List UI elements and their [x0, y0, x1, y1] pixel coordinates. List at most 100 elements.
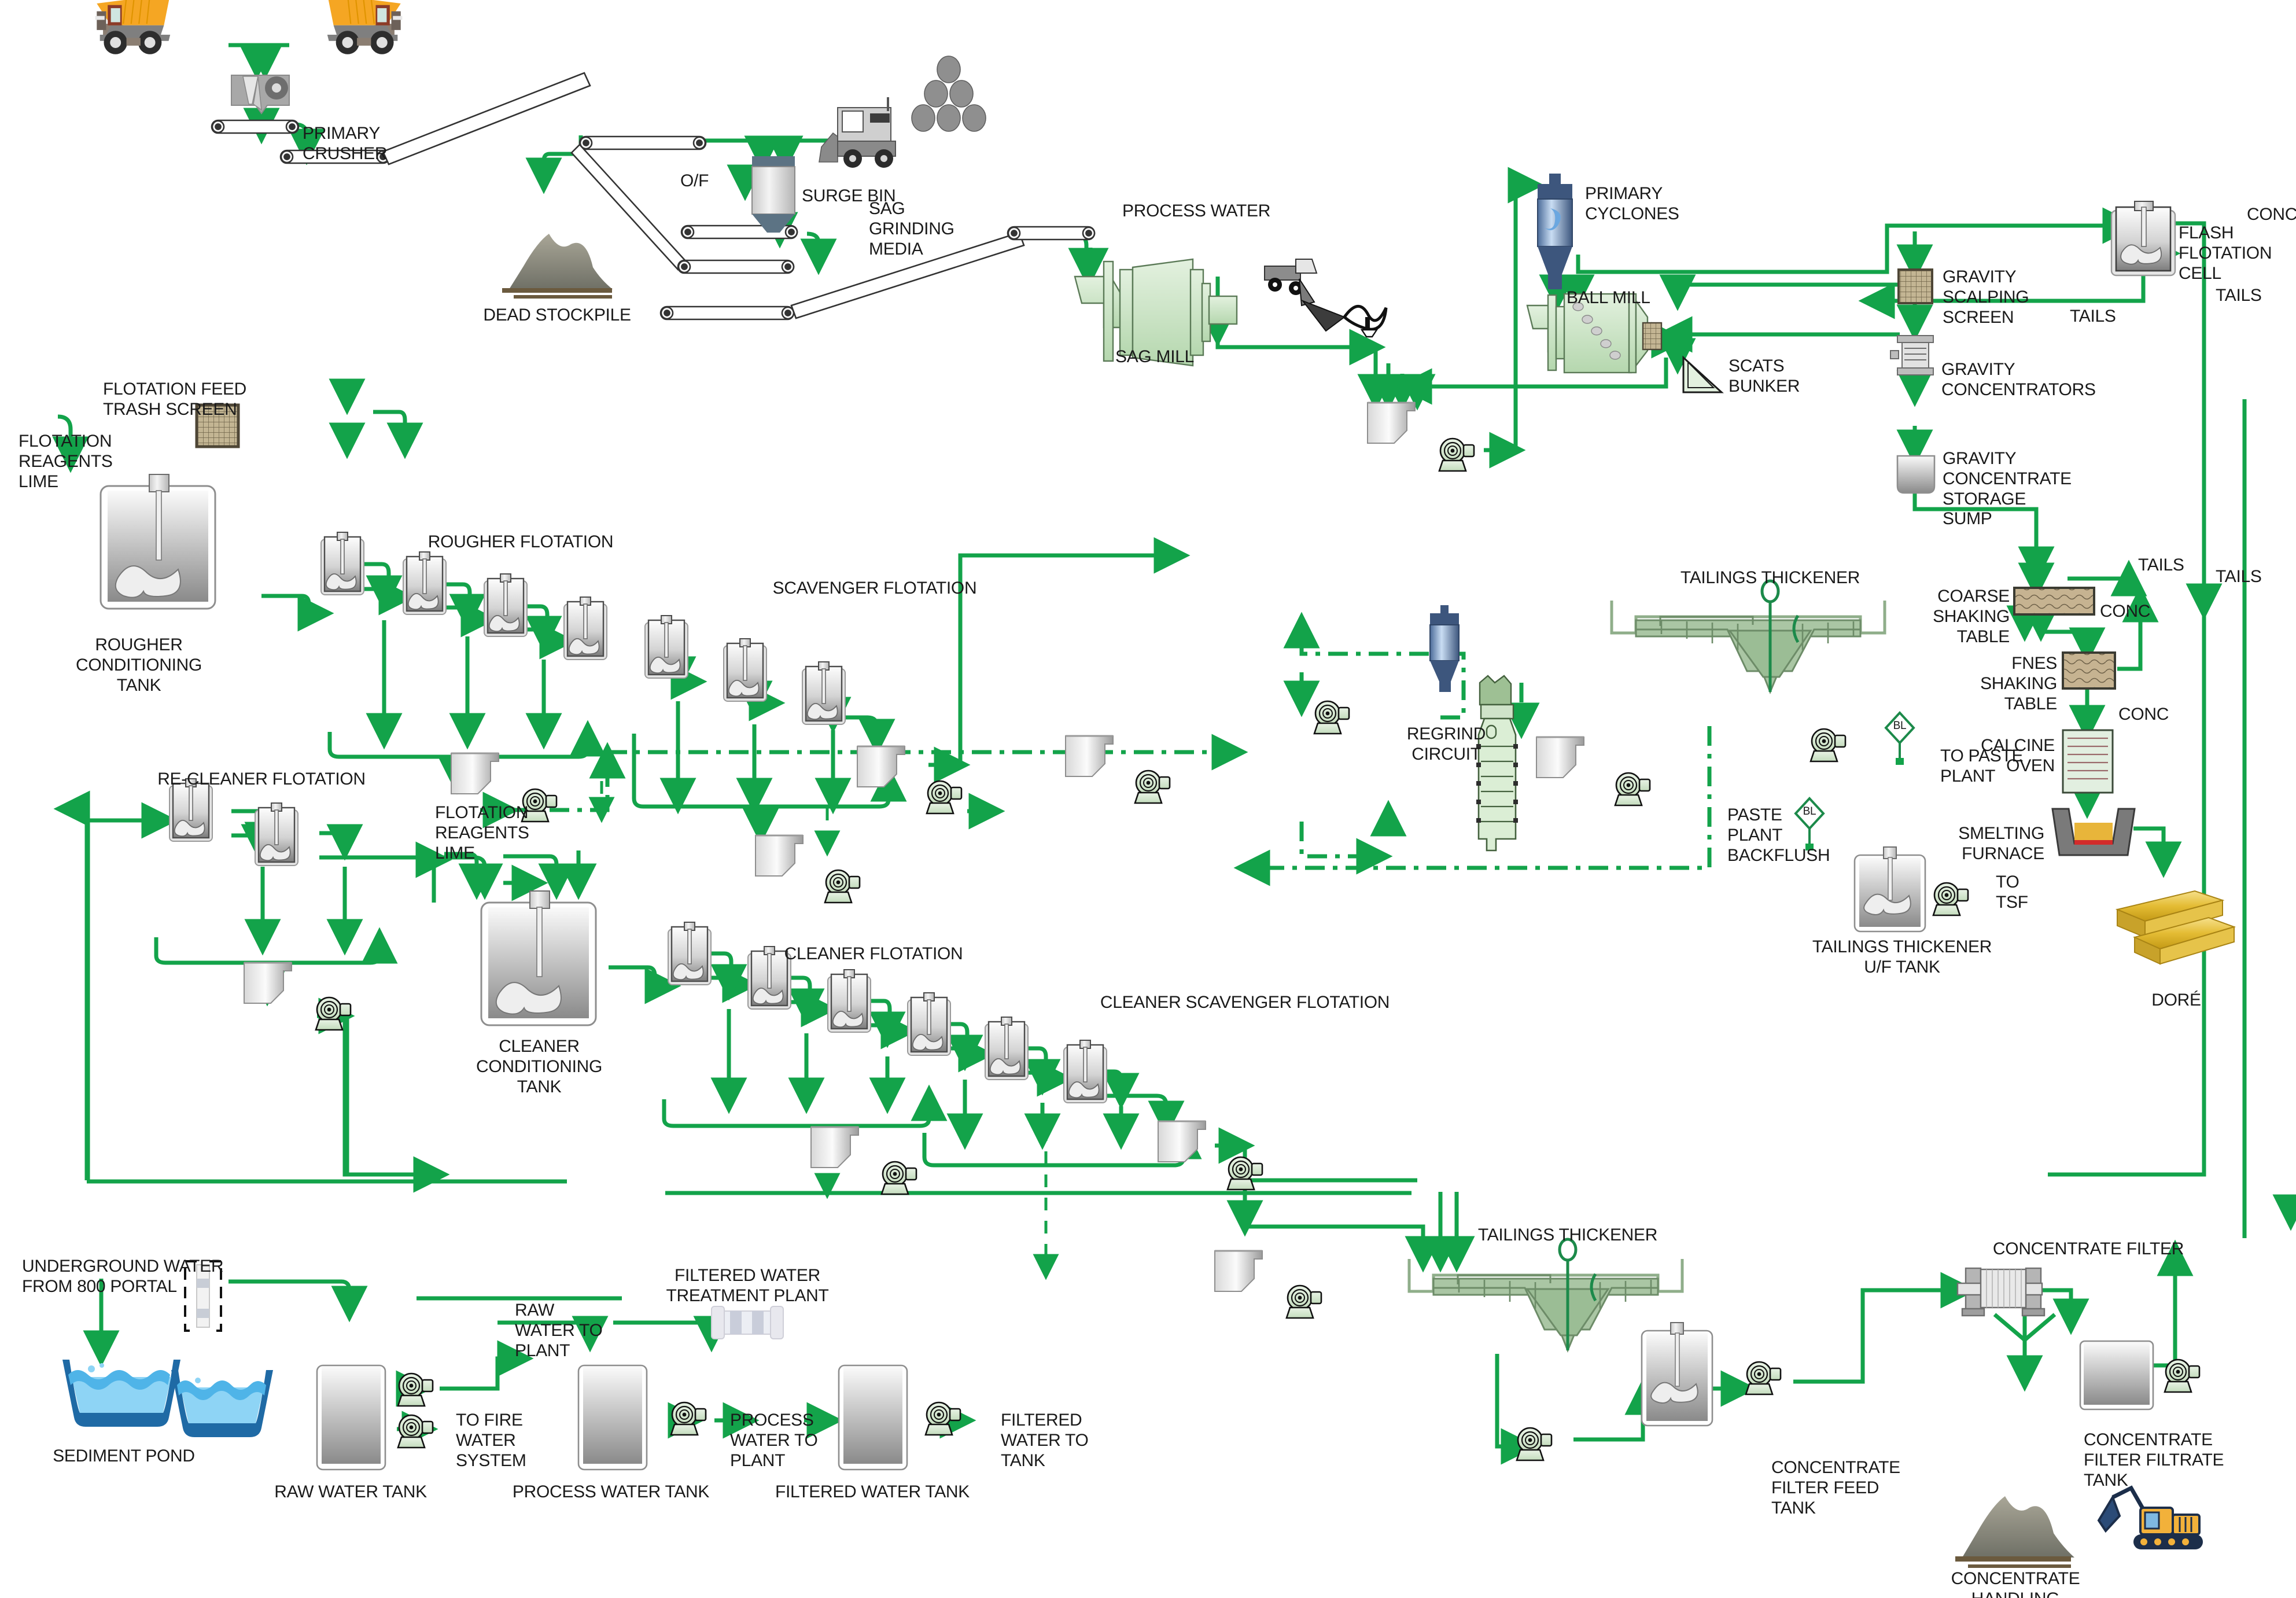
flow-lines [52, 43, 2296, 1465]
sag-loader-icon [1264, 259, 1388, 338]
label-primary-crusher: PRIMARY CRUSHER [303, 124, 388, 163]
regrind-sump-icon [1535, 736, 1585, 779]
label-cleaner-scavenger-flotation: CLEANER SCAVENGER FLOTATION [1100, 993, 1390, 1012]
scavenger-tails-sump-icon [754, 834, 804, 877]
gravity-scalping-screen-icon [1897, 268, 1933, 304]
thickener-uf-pump-bottom-icon [1516, 1420, 1553, 1461]
cleaner-conditioning-tank-icon [480, 890, 597, 1026]
lower-recycle-sump-icon [1214, 1250, 1263, 1293]
haul-truck-left-icon [95, 0, 171, 54]
filtered-water-treatment-plant-icon [711, 1306, 784, 1339]
concentrate-filter-feed-pump-icon [1745, 1354, 1782, 1396]
label-tails-scalping: TAILS [2070, 307, 2116, 326]
label-tailings-thickener-top: TAILINGS THICKENER [1680, 568, 1860, 587]
label-flotation-reagents-lime-1: FLOTATION REAGENTS LIME [19, 432, 113, 491]
tailings-thickener-bottom-icon [1407, 1238, 1684, 1353]
primary-cyclones-icon [1537, 174, 1573, 289]
label-concentrate-filter-feed-tank: CONCENTRATE FILTER FEED TANK [1771, 1458, 1900, 1518]
label-tails-right-top: TAILS [2216, 286, 2262, 305]
haul-truck-right-icon [327, 0, 403, 54]
label-process-water-tank: PROCESS WATER TANK [512, 1482, 710, 1501]
cleaner-scav-cell-1-icon [906, 992, 952, 1056]
label-raw-water-to-plant: RAW WATER TO PLANT [515, 1301, 603, 1360]
scavenger-cell-4-icon [801, 661, 846, 726]
scavenger-cell-1-icon [563, 596, 608, 661]
surge-bin-icon [751, 156, 795, 233]
primary-crusher-icon [231, 75, 290, 115]
calcine-oven-icon [2062, 729, 2114, 794]
process-water-tank-icon [577, 1364, 648, 1471]
scavenger-cell-3-icon [723, 638, 768, 702]
label-coarse-shaking-table: COARSE SHAKING TABLE [1933, 587, 2010, 646]
fines-shaking-table-icon [2062, 651, 2116, 690]
raw-water-pump-2-icon [397, 1407, 434, 1449]
coarse-shaking-table-icon [2013, 587, 2095, 616]
label-tailings-thickener-uf-tank: TAILINGS THICKENER U/F TANK [1812, 937, 1992, 977]
label-calcine-oven: CALCINE OVEN [1981, 736, 2055, 775]
label-raw-water-tank: RAW WATER TANK [274, 1482, 427, 1501]
scats-bunker-icon [1682, 355, 1724, 393]
label-scavenger-flotation: SCAVENGER FLOTATION [772, 579, 977, 598]
filtered-water-pump-icon [924, 1394, 961, 1436]
scavenger-conc-sump-icon [856, 745, 906, 788]
scavenger-tails-pump-icon [824, 862, 861, 904]
rougher-conc-sump-icon [450, 752, 500, 795]
label-primary-cyclones: PRIMARY CYCLONES [1585, 184, 1679, 223]
mill-discharge-pump-icon [1438, 430, 1475, 472]
recleaner-cell-2-icon [254, 802, 299, 867]
label-flotation-reagents-lime-2: FLOTATION REAGENTS LIME [435, 803, 529, 863]
concentrate-filter-filtrate-tank-icon [2079, 1340, 2154, 1411]
tsf-pump-icon [1932, 875, 1969, 916]
gravity-concentrators-icon [1890, 335, 1934, 375]
flowsheet-canvas: PRIMARY CRUSHER DEAD STOCKPILE O/F SURGE… [0, 0, 2296, 1598]
cleaner-cell-1-icon [667, 921, 712, 986]
label-rougher-conditioning-tank: ROUGHER CONDITIONING TANK [75, 635, 202, 695]
label-sag-grinding-media: SAG GRINDING MEDIA [869, 199, 954, 259]
concentrate-filter-icon [1956, 1267, 2057, 1343]
label-tails-right-mid: TAILS [2216, 567, 2262, 586]
label-conc-coarse: CONC [2100, 602, 2151, 621]
label-cleaner-conditioning-tank: CLEANER CONDITIONING TANK [476, 1037, 603, 1096]
label-scats-bunker: SCATS BUNKER [1729, 356, 1800, 396]
label-paste-plant-backflush: PASTE PLANT BACKFLUSH [1727, 805, 1830, 865]
lower-recycle-pump-icon [1285, 1277, 1322, 1319]
sediment-pond-icon [62, 1360, 273, 1437]
label-gravity-concentrators: GRAVITY CONCENTRATORS [1941, 360, 2096, 399]
scavenger-cell-2-icon [644, 614, 689, 679]
filtered-water-tank-icon [838, 1364, 908, 1471]
label-flash-flotation-cell: FLASH FLOTATION CELL [2179, 223, 2272, 283]
tailings-thickener-uf-pump-icon [1809, 721, 1847, 763]
label-fnes-shaking-table: FNES SHAKING TABLE [1980, 654, 2057, 713]
smelting-furnace-icon [2051, 808, 2136, 856]
raw-water-tank-icon [316, 1364, 386, 1471]
label-process-water: PROCESS WATER [1122, 201, 1271, 220]
label-re-cleaner-flotation: RE-CLEANER FLOTATION [157, 769, 366, 789]
process-water-pump-icon [670, 1394, 707, 1436]
dead-stockpile-icon [502, 234, 613, 299]
scavenger-conc-pump-icon [926, 773, 963, 815]
regrind-feed-sump-icon [1064, 735, 1114, 778]
gravity-conc-storage-sump-icon [1896, 455, 1936, 494]
flowsheet-vectors [52, 0, 2296, 1568]
rougher-cell-1-icon [320, 531, 365, 596]
label-concentrate-handling: CONCENTRATE HANDLING [1951, 1569, 2080, 1598]
label-ball-mill: BALL MILL [1567, 288, 1650, 307]
filtrate-pump-icon [2164, 1352, 2201, 1393]
label-smelting-furnace: SMELTING FURNACE [1958, 824, 2044, 863]
rougher-cell-2-icon [402, 551, 447, 616]
label-dore: DORÉ [2151, 991, 2201, 1010]
label-dead-stockpile: DEAD STOCKPILE [483, 305, 631, 325]
rougher-cell-3-icon [483, 573, 528, 638]
concentrate-stockpile-icon [1955, 1496, 2074, 1568]
label-cleaner-flotation: CLEANER FLOTATION [784, 944, 963, 963]
label-underground-water: UNDERGROUND WATER FROM 800 PORTAL [22, 1257, 224, 1296]
cleaner-tails-pump-icon [880, 1154, 917, 1195]
label-rougher-flotation: ROUGHER FLOTATION [427, 532, 614, 551]
label-flotation-feed-trash-screen: FLOTATION FEED TRASH SCREEN [103, 380, 247, 419]
tailings-thickener-upper-icon [1610, 579, 1886, 694]
label-tails-coarse: TAILS [2138, 555, 2184, 575]
rougher-conditioning-tank-icon [99, 473, 216, 610]
label-filtered-water-tank: FILTERED WATER TANK [775, 1482, 970, 1501]
label-gravity-conc-storage-sump: GRAVITY CONCENTRATE STORAGE SUMP [1943, 449, 2072, 529]
gold-bars-icon [2115, 890, 2236, 965]
